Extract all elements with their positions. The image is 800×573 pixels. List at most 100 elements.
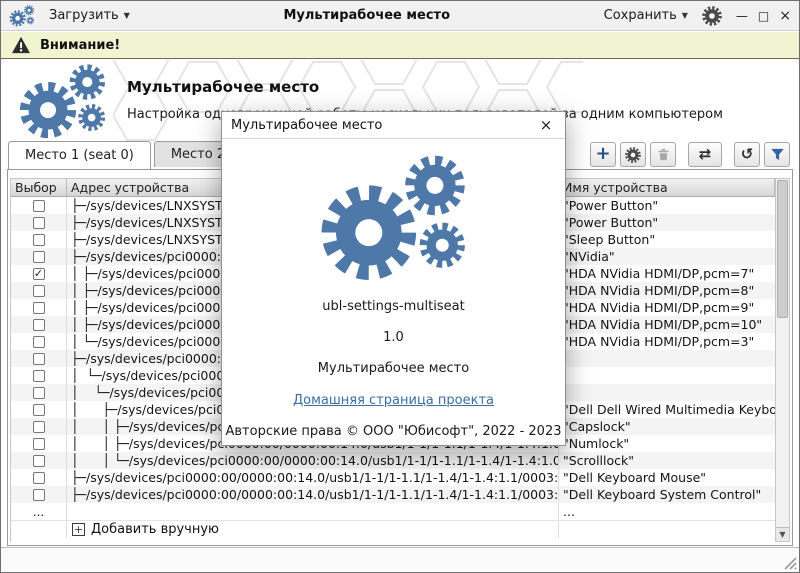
gear-icon bbox=[625, 147, 641, 163]
row-select-cell bbox=[11, 333, 67, 350]
dialog-gears-logo bbox=[318, 155, 470, 283]
title-bar: Загрузить ▼ Мультирабочее место Сохранит… bbox=[1, 1, 799, 31]
settings-gear-icon[interactable] bbox=[702, 6, 722, 26]
row-device-name bbox=[559, 367, 775, 384]
row-device-name: "Sleep Button" bbox=[559, 231, 775, 248]
save-menu-label: Сохранить bbox=[604, 8, 677, 23]
table-row[interactable]: ├─/sys/devices/pci0000:00/0000:00:14.0/u… bbox=[11, 486, 775, 503]
row-checkbox[interactable] bbox=[33, 217, 45, 229]
row-checkbox[interactable] bbox=[33, 472, 45, 484]
row-checkbox[interactable] bbox=[33, 336, 45, 348]
row-select-cell bbox=[11, 316, 67, 333]
row-device-name: "HDA NVidia HDMI/DP,pcm=8" bbox=[559, 282, 775, 299]
row-checkbox[interactable] bbox=[33, 455, 45, 467]
row-checkbox[interactable] bbox=[33, 370, 45, 382]
table-row[interactable]: ├─/sys/devices/pci0000:00/0000:00:14.0/u… bbox=[11, 469, 775, 486]
row-select-cell bbox=[11, 197, 67, 214]
delete-device-button[interactable] bbox=[650, 142, 676, 167]
table-row[interactable]: │ │ └─/sys/devices/pci0000:00/0000:00:14… bbox=[11, 452, 775, 469]
row-select-cell bbox=[11, 486, 67, 503]
close-button[interactable]: × bbox=[779, 9, 791, 23]
row-select-cell bbox=[11, 469, 67, 486]
scrollbar-thumb[interactable] bbox=[777, 180, 788, 318]
load-menu-label: Загрузить bbox=[49, 8, 119, 23]
vertical-scrollbar[interactable]: ▼ bbox=[775, 178, 790, 542]
swap-devices-button[interactable]: ⇄ bbox=[688, 142, 722, 167]
trash-icon bbox=[656, 147, 671, 162]
row-checkbox[interactable]: ✓ bbox=[33, 268, 45, 280]
app-logo-gears bbox=[19, 64, 107, 140]
device-settings-button[interactable] bbox=[620, 142, 646, 167]
row-checkbox[interactable] bbox=[33, 234, 45, 246]
row-device-name bbox=[559, 350, 775, 367]
app-gears-icon bbox=[9, 5, 35, 27]
tab-seat-0[interactable]: Место 1 (seat 0) bbox=[8, 141, 151, 169]
row-device-address: │ │ └─/sys/devices/pci0000:00/0000:00:14… bbox=[67, 452, 559, 469]
row-checkbox[interactable] bbox=[33, 489, 45, 501]
swap-arrows-icon: ⇄ bbox=[699, 147, 712, 162]
row-device-address: ├─/sys/devices/pci0000:00/0000:00:14.0/u… bbox=[67, 486, 559, 503]
row-checkbox[interactable] bbox=[33, 421, 45, 433]
add-in-box-icon: + bbox=[72, 523, 85, 536]
row-device-name: "Dell Dell Wired Multimedia Keyboard" bbox=[559, 401, 775, 418]
row-select-cell bbox=[11, 282, 67, 299]
row-select-cell bbox=[11, 231, 67, 248]
add-manually-row[interactable]: + Добавить вручную bbox=[11, 520, 775, 538]
homepage-link[interactable]: Домашняя страница проекта bbox=[293, 393, 494, 408]
row-checkbox[interactable] bbox=[33, 200, 45, 212]
row-checkbox[interactable] bbox=[33, 438, 45, 450]
status-bar bbox=[1, 547, 799, 572]
undo-icon: ↺ bbox=[741, 147, 754, 162]
filter-funnel-icon bbox=[770, 147, 785, 162]
device-toolbar: + ⇄ ↺ bbox=[586, 142, 790, 167]
load-menu-button[interactable]: Загрузить ▼ bbox=[43, 6, 136, 25]
row-device-name: "HDA NVidia HDMI/DP,pcm=3" bbox=[559, 333, 775, 350]
row-select-cell bbox=[11, 452, 67, 469]
row-select-cell: ✓ bbox=[11, 265, 67, 282]
add-device-button[interactable]: + bbox=[590, 142, 616, 167]
row-device-name: "Power Button" bbox=[559, 214, 775, 231]
row-device-name: "NVidia" bbox=[559, 248, 775, 265]
row-device-name: "Dell Keyboard Mouse" bbox=[559, 469, 775, 486]
row-checkbox[interactable] bbox=[33, 285, 45, 297]
row-select-cell bbox=[11, 418, 67, 435]
row-checkbox[interactable] bbox=[33, 404, 45, 416]
row-select-cell bbox=[11, 384, 67, 401]
row-select-cell bbox=[11, 248, 67, 265]
table-row[interactable]: ... ... bbox=[11, 503, 775, 520]
resize-grip[interactable] bbox=[783, 556, 797, 570]
row-checkbox[interactable] bbox=[33, 251, 45, 263]
minimize-button[interactable]: — bbox=[736, 10, 748, 22]
maximize-button[interactable]: □ bbox=[758, 10, 769, 22]
filter-button[interactable] bbox=[764, 142, 790, 167]
warning-triangle-icon bbox=[11, 36, 31, 54]
dialog-copyright: Авторские права © ООО "Юбисофт", 2022 - … bbox=[226, 424, 562, 439]
column-header-select[interactable]: Выбор bbox=[11, 179, 67, 197]
about-dialog: Мультирабочее место × ubl-settings-multi… bbox=[221, 111, 566, 446]
save-menu-button[interactable]: Сохранить ▼ bbox=[598, 6, 694, 25]
app-window: Загрузить ▼ Мультирабочее место Сохранит… bbox=[0, 0, 800, 573]
row-device-name: "HDA NVidia HDMI/DP,pcm=10" bbox=[559, 316, 775, 333]
row-device-name: "Scrolllock" bbox=[559, 452, 775, 469]
row-device-name: "Numlock" bbox=[559, 435, 775, 452]
arrow-down-icon: ▼ bbox=[779, 530, 785, 539]
scroll-down-button[interactable]: ▼ bbox=[776, 527, 789, 541]
chevron-down-icon: ▼ bbox=[124, 11, 130, 20]
row-checkbox[interactable] bbox=[33, 353, 45, 365]
window-controls: — □ × bbox=[736, 9, 791, 23]
row-checkbox[interactable] bbox=[33, 319, 45, 331]
row-device-name bbox=[559, 384, 775, 401]
reset-button[interactable]: ↺ bbox=[734, 142, 760, 167]
dialog-close-button[interactable]: × bbox=[536, 115, 556, 135]
add-row-spacer bbox=[11, 521, 67, 538]
row-device-name: "Dell Keyboard System Control" bbox=[559, 486, 775, 503]
row-select-cell bbox=[11, 214, 67, 231]
row-checkbox[interactable] bbox=[33, 302, 45, 314]
dialog-title: Мультирабочее место bbox=[231, 118, 536, 133]
column-header-name[interactable]: Имя устройства bbox=[559, 179, 775, 197]
dialog-app-id: ubl-settings-multiseat bbox=[322, 299, 464, 314]
row-select-cell bbox=[11, 350, 67, 367]
row-checkbox[interactable] bbox=[33, 387, 45, 399]
plus-icon: + bbox=[595, 145, 610, 163]
chevron-down-icon: ▼ bbox=[682, 11, 688, 20]
